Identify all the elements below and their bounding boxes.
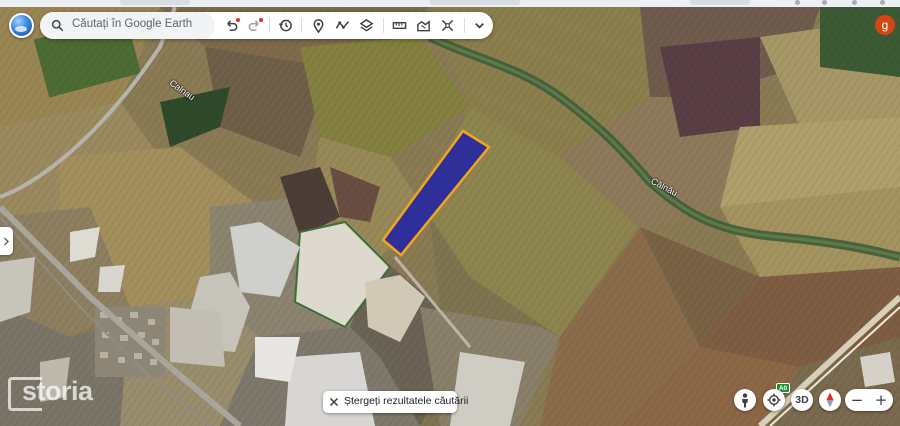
search-input[interactable]: Căutați în Google Earth	[40, 12, 215, 39]
search-icon	[51, 19, 64, 32]
browser-tab[interactable]	[120, 0, 190, 5]
layers-icon[interactable]	[358, 17, 375, 34]
toolbar-divider	[269, 18, 270, 33]
side-panel-toggle[interactable]	[0, 227, 13, 255]
satellite-map[interactable]: Calnau Călnău A0	[0, 7, 900, 426]
toggle-3d-button[interactable]: 3D	[791, 389, 813, 411]
pegman-icon	[742, 392, 748, 407]
toolbar-divider	[383, 18, 384, 33]
clear-search-results-button[interactable]: Ștergeți rezultatele căutării	[323, 391, 468, 413]
window-control-icon[interactable]	[822, 0, 827, 5]
window-control-icon[interactable]	[795, 0, 800, 5]
window-control-icon[interactable]	[852, 0, 857, 5]
toolbar-divider	[301, 18, 302, 33]
compass-icon	[826, 392, 834, 408]
browser-tab[interactable]	[690, 0, 750, 5]
google-earth-logo-icon[interactable]	[9, 13, 34, 38]
undo-badge	[236, 18, 240, 22]
add-path-icon[interactable]	[334, 17, 351, 34]
zoom-out-button[interactable]: −	[845, 389, 869, 411]
satellite-imagery	[0, 7, 900, 426]
street-view-pegman-button[interactable]	[734, 389, 756, 411]
avatar-initial: g	[881, 18, 889, 32]
close-icon	[329, 397, 339, 407]
my-location-icon	[767, 393, 781, 407]
redo-badge	[259, 18, 263, 22]
toolbar-divider	[464, 18, 465, 33]
watermark-text: storia	[22, 376, 93, 406]
map-style-icon[interactable]	[415, 17, 432, 34]
compass-button[interactable]	[819, 389, 841, 411]
storia-watermark: storia	[8, 374, 118, 412]
my-location-button[interactable]	[763, 389, 785, 411]
browser-tab[interactable]	[430, 0, 520, 5]
clear-results-label: Ștergeți rezultatele căutării	[344, 395, 469, 407]
fullscreen-collapse-icon[interactable]	[439, 17, 456, 34]
top-toolbar: Căutați în Google Earth	[40, 12, 493, 39]
search-placeholder: Căutați în Google Earth	[72, 18, 193, 30]
chevron-right-icon	[4, 237, 9, 245]
account-avatar[interactable]: g	[875, 15, 895, 35]
three-d-label: 3D	[795, 394, 809, 406]
history-icon[interactable]	[277, 17, 294, 34]
browser-chrome-strip	[0, 0, 900, 7]
add-placemark-icon[interactable]	[310, 17, 327, 34]
measure-icon[interactable]	[391, 17, 408, 34]
chevron-down-icon[interactable]	[471, 17, 488, 34]
zoom-controls: − +	[845, 389, 893, 411]
zoom-in-button[interactable]: +	[869, 389, 893, 411]
window-control-icon[interactable]	[880, 0, 885, 5]
